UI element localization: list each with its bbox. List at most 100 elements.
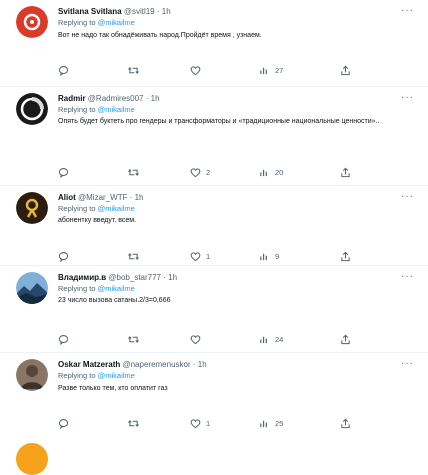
share-icon bbox=[341, 251, 350, 261]
replying-to-label: Replying to bbox=[58, 371, 96, 380]
tweet-text: 23 число вызова сатаны.2/3=0,666 bbox=[58, 297, 171, 304]
separator-dot: · bbox=[192, 360, 196, 369]
replying-to: Replying to @mikailme bbox=[58, 203, 414, 214]
replying-to-mention[interactable]: @mikailme bbox=[98, 105, 135, 114]
retweet-icon bbox=[128, 66, 139, 74]
share-button[interactable] bbox=[340, 63, 351, 77]
timestamp[interactable]: 1h bbox=[151, 94, 160, 103]
views-count: 25 bbox=[275, 418, 284, 428]
timestamp[interactable]: 1h bbox=[198, 360, 207, 369]
replying-to-label: Replying to bbox=[58, 18, 96, 27]
retweet-icon bbox=[128, 419, 139, 427]
reply-tweet[interactable]: Radmir @Radmires007 · 1h ··· Replying to… bbox=[0, 86, 428, 186]
tweet-text: Вот не надо так обнадёживать народ.Пройд… bbox=[58, 32, 262, 39]
display-name[interactable]: Oskar Matzerath bbox=[58, 360, 120, 369]
heart-icon bbox=[190, 167, 201, 177]
retweet-button[interactable] bbox=[128, 249, 144, 263]
retweet-icon bbox=[128, 335, 139, 343]
heart-icon bbox=[190, 334, 201, 344]
share-icon bbox=[341, 334, 350, 344]
separator-dot: · bbox=[145, 94, 149, 103]
replying-to: Replying to @mikailme bbox=[58, 17, 414, 28]
like-button[interactable]: 2 bbox=[190, 165, 210, 179]
views-button[interactable]: 20 bbox=[259, 165, 283, 179]
avatar[interactable] bbox=[16, 192, 48, 224]
separator-dot: · bbox=[156, 7, 160, 16]
replying-to-mention[interactable]: @mikailme bbox=[98, 371, 135, 380]
like-button[interactable]: 1 bbox=[190, 249, 210, 263]
reply-button[interactable] bbox=[58, 332, 74, 346]
avatar[interactable] bbox=[16, 93, 48, 125]
share-icon bbox=[341, 418, 350, 428]
reply-button[interactable] bbox=[58, 249, 74, 263]
reply-icon bbox=[58, 334, 69, 345]
more-options-icon[interactable]: ··· bbox=[401, 6, 414, 16]
timestamp[interactable]: 1h bbox=[168, 273, 177, 282]
share-icon bbox=[341, 65, 350, 75]
tweet-text: абонентку введут. всем. bbox=[58, 217, 137, 224]
display-name[interactable]: Svitlana Svitlana bbox=[58, 7, 122, 16]
reply-icon bbox=[58, 251, 69, 262]
reply-tweet[interactable]: Aliot @Mizar_WTF · 1h ··· Replying to @m… bbox=[0, 185, 428, 266]
retweet-button[interactable] bbox=[128, 165, 144, 179]
replying-to-mention[interactable]: @mikailme bbox=[98, 284, 135, 293]
more-options-icon[interactable]: ··· bbox=[401, 272, 414, 282]
replying-to-label: Replying to bbox=[58, 284, 96, 293]
like-button[interactable]: 1 bbox=[190, 416, 210, 430]
reply-button[interactable] bbox=[58, 416, 74, 430]
views-count: 24 bbox=[275, 334, 284, 344]
like-button[interactable] bbox=[190, 63, 206, 77]
yellow-glyph-avatar-icon bbox=[16, 192, 48, 224]
replying-to-mention[interactable]: @mikailme bbox=[98, 204, 135, 213]
views-button[interactable]: 24 bbox=[259, 332, 283, 346]
reply-button[interactable] bbox=[58, 63, 74, 77]
display-name[interactable]: Aliot bbox=[58, 193, 76, 202]
display-name[interactable]: Владимир.в bbox=[58, 273, 106, 282]
heart-icon bbox=[190, 418, 201, 428]
like-button[interactable] bbox=[190, 332, 206, 346]
user-handle[interactable]: @naperemenuskor bbox=[122, 360, 190, 369]
views-button[interactable]: 9 bbox=[259, 249, 279, 263]
share-button[interactable] bbox=[340, 332, 351, 346]
user-handle[interactable]: @svitl19 bbox=[124, 7, 155, 16]
timestamp[interactable]: 1h bbox=[162, 7, 171, 16]
more-options-icon[interactable]: ··· bbox=[401, 192, 414, 202]
replying-to-label: Replying to bbox=[58, 105, 96, 114]
views-bar-chart-icon bbox=[260, 420, 267, 427]
views-count: 27 bbox=[275, 65, 284, 75]
share-button[interactable] bbox=[340, 165, 351, 179]
avatar[interactable] bbox=[16, 6, 48, 38]
timestamp[interactable]: 1h bbox=[135, 193, 144, 202]
views-bar-chart-icon bbox=[260, 253, 267, 260]
views-button[interactable]: 25 bbox=[259, 416, 283, 430]
user-handle[interactable]: @bob_star777 bbox=[108, 273, 161, 282]
reply-tweet[interactable]: Владимир.в @bob_star777 · 1h ··· Replyin… bbox=[0, 265, 428, 353]
share-button[interactable] bbox=[340, 249, 351, 263]
more-options-icon[interactable]: ··· bbox=[401, 359, 414, 369]
reply-icon bbox=[58, 167, 69, 178]
like-count: 1 bbox=[206, 418, 211, 428]
replying-to-mention[interactable]: @mikailme bbox=[98, 18, 135, 27]
mountain-photo-avatar-icon bbox=[16, 272, 48, 304]
display-name[interactable]: Radmir bbox=[58, 94, 86, 103]
retweet-icon bbox=[128, 252, 139, 260]
user-handle[interactable]: @Mizar_WTF bbox=[78, 193, 127, 202]
more-options-icon[interactable]: ··· bbox=[401, 93, 414, 103]
tweet-text: Опять будет буктеть про гендеры и трансф… bbox=[58, 118, 380, 125]
like-count: 2 bbox=[206, 167, 211, 177]
avatar[interactable] bbox=[16, 359, 48, 391]
tweet-actions: 1 9 bbox=[58, 249, 358, 263]
share-button[interactable] bbox=[340, 416, 351, 430]
retweet-icon bbox=[128, 168, 139, 176]
reply-tweet[interactable]: Svitlana Svitlana @svitl19 · 1h ··· Repl… bbox=[0, 0, 428, 86]
views-count: 9 bbox=[275, 251, 280, 261]
user-handle[interactable]: @Radmires007 bbox=[88, 94, 144, 103]
reply-button[interactable] bbox=[58, 165, 74, 179]
reply-tweet[interactable]: Oskar Matzerath @naperemenuskor · 1h ···… bbox=[0, 352, 428, 441]
retweet-button[interactable] bbox=[128, 63, 144, 77]
reply-icon bbox=[58, 65, 69, 76]
retweet-button[interactable] bbox=[128, 416, 144, 430]
retweet-button[interactable] bbox=[128, 332, 144, 346]
views-button[interactable]: 27 bbox=[259, 63, 283, 77]
avatar[interactable] bbox=[16, 272, 48, 304]
